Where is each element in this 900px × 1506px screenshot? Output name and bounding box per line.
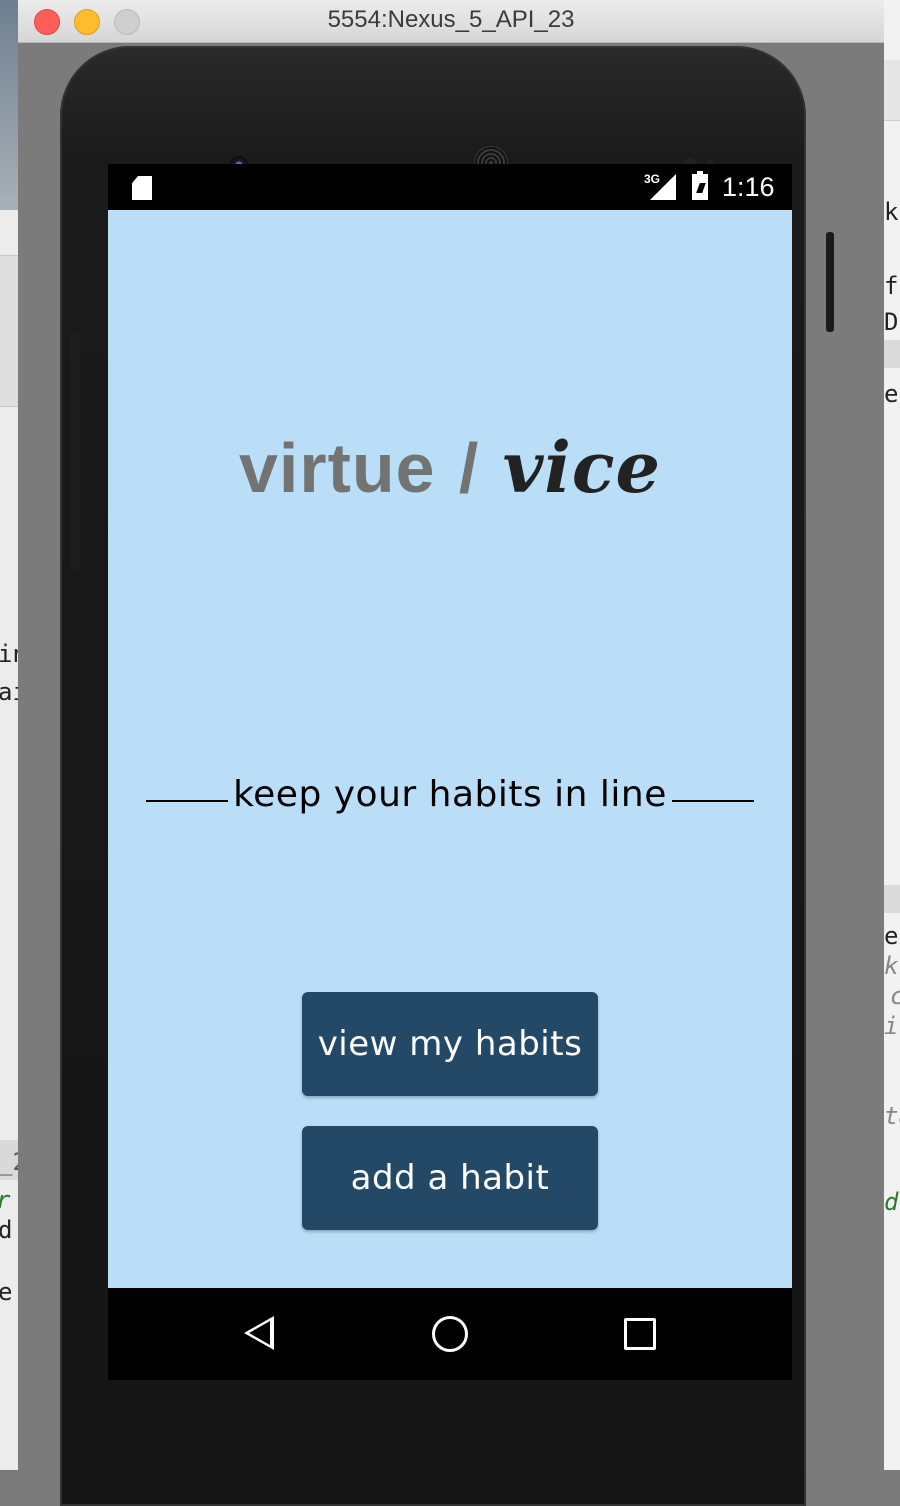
view-my-habits-button[interactable]: view my habits — [302, 992, 598, 1096]
window-titlebar[interactable]: 5554:Nexus_5_API_23 — [18, 0, 884, 43]
background-text-fragment: c — [890, 982, 900, 1010]
background-text-fragment: ed — [884, 922, 900, 950]
recent-apps-icon[interactable] — [624, 1318, 656, 1350]
background-text-fragment: e — [0, 1278, 13, 1306]
power-button[interactable] — [826, 232, 834, 332]
background-text-fragment: ta — [884, 1102, 900, 1130]
background-text-fragment: d — [0, 1216, 13, 1244]
background-text-fragment: er — [884, 380, 900, 408]
status-bar: 3G 1:16 — [108, 164, 792, 210]
background-text-fragment: r — [0, 1186, 10, 1214]
background-text-fragment: ks — [884, 952, 900, 980]
app-title-separator: / — [458, 429, 480, 507]
sd-card-icon — [132, 176, 152, 200]
home-icon[interactable] — [432, 1316, 468, 1352]
add-a-habit-button[interactable]: add a habit — [302, 1126, 598, 1230]
background-text-fragment: k.l — [884, 198, 900, 226]
background-app-left — [0, 0, 18, 1470]
navigation-bar — [108, 1288, 792, 1380]
tagline-text: keep your habits in line — [233, 774, 667, 815]
status-time: 1:16 — [722, 172, 775, 202]
app-title: virtue / vice — [108, 426, 792, 509]
background-text-fragment: iv — [884, 1012, 900, 1040]
tagline: keep your habits in line — [108, 774, 792, 815]
background-text-fragment: d — [884, 1188, 899, 1216]
background-text-fragment: fe — [884, 272, 900, 300]
device-screen: 3G 1:16 virtue / vice keep your habits i… — [108, 164, 792, 1380]
back-icon[interactable] — [244, 1316, 274, 1350]
window-title: 5554:Nexus_5_API_23 — [327, 6, 575, 33]
app-title-vice: vice — [502, 426, 662, 509]
app-title-virtue: virtue — [238, 429, 436, 507]
background-text-fragment: DI — [884, 308, 900, 336]
tagline-divider-left — [146, 800, 228, 802]
signal-icon: 3G — [644, 172, 676, 200]
tagline-divider-right — [672, 800, 754, 802]
network-type-label: 3G — [644, 172, 661, 186]
volume-button[interactable] — [70, 330, 80, 570]
battery-icon — [692, 171, 708, 200]
